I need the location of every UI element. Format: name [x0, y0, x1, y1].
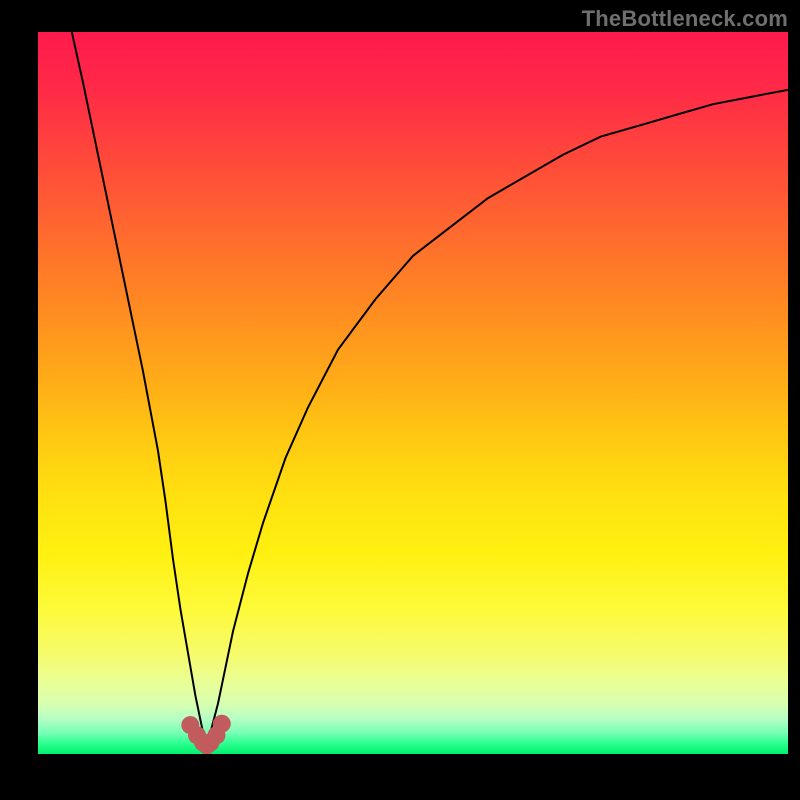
curve-marker: [213, 715, 231, 733]
chart-svg: [38, 32, 788, 754]
watermark-text: TheBottleneck.com: [582, 6, 788, 32]
plot-area: [38, 32, 788, 754]
curve-markers: [181, 715, 231, 754]
chart-frame: TheBottleneck.com: [0, 0, 800, 800]
bottleneck-curve: [72, 32, 788, 747]
